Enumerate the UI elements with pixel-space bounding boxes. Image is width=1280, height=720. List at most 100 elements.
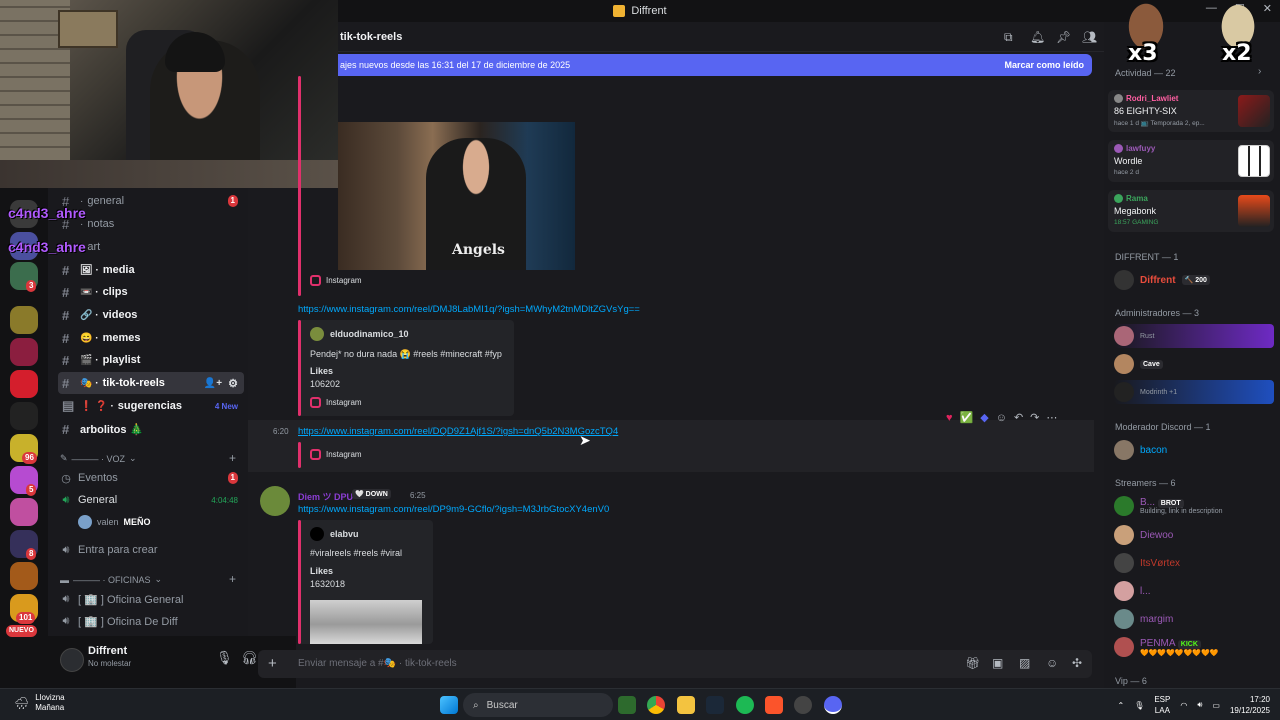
message-link[interactable]: https://www.instagram.com/reel/DMJ8LabMI…: [298, 304, 640, 315]
hash-icon: #: [62, 330, 70, 346]
message-author[interactable]: Diem ツ DPU: [298, 490, 353, 503]
embed-image[interactable]: [310, 600, 422, 644]
server-icon[interactable]: [10, 306, 38, 334]
more-icon[interactable]: ⋯: [1046, 411, 1057, 424]
category-oficinas[interactable]: ▬ ——— · OFICINAS ⌄: [60, 574, 162, 585]
new-messages-banner[interactable]: ajes nuevos desde las 16:31 del 17 de di…: [338, 54, 1092, 76]
mark-read-button[interactable]: Marcar como leído: [1004, 60, 1084, 70]
spotify-icon[interactable]: [736, 696, 754, 714]
weather-widget[interactable]: 🌧︎ Llovizna Mañana: [14, 693, 65, 713]
server-icon[interactable]: [10, 402, 38, 430]
chrome-icon[interactable]: [647, 696, 665, 714]
server-icon[interactable]: 5: [10, 466, 38, 496]
add-channel-icon[interactable]: +: [229, 451, 236, 465]
channel-sugerencias[interactable]: ▤ ❗ ❓ · sugerencias 4 New: [58, 395, 244, 417]
channel-playlist[interactable]: # 🎬 · playlist: [58, 349, 244, 371]
server-icon[interactable]: 96: [10, 434, 38, 464]
microphone-icon[interactable]: 🎙︎: [1134, 701, 1144, 710]
minecraft-icon[interactable]: [618, 696, 636, 714]
channel-clips[interactable]: # 📼 · clips: [58, 281, 244, 303]
member-row[interactable]: l...: [1114, 579, 1274, 603]
check-reaction-icon[interactable]: ✅: [960, 411, 974, 424]
new-badge: NUEVO: [6, 625, 37, 637]
server-icon[interactable]: [10, 562, 38, 590]
member-row[interactable]: Diewoo: [1114, 523, 1274, 547]
chevron-up-icon[interactable]: ⌃: [1117, 701, 1124, 710]
server-icon[interactable]: [10, 338, 38, 366]
channel-oficina-diff[interactable]: 🔊︎[ 🏢 ] Oficina De Diff: [58, 610, 244, 632]
message-link[interactable]: https://www.instagram.com/reel/DP9m9-GCf…: [298, 504, 609, 515]
channel-media[interactable]: # 🖼 · media: [58, 259, 244, 281]
video-thumbnail[interactable]: Angels: [338, 122, 575, 270]
video-caption: Angels: [452, 242, 505, 258]
volume-icon[interactable]: 🔊︎: [1197, 700, 1202, 710]
reply-icon[interactable]: ↶: [1014, 411, 1023, 424]
channel-arbolitos[interactable]: # arbolitos 🎄: [58, 418, 244, 440]
battery-icon[interactable]: ▭: [1212, 701, 1220, 710]
avatar[interactable]: [60, 648, 84, 672]
voice-channel-general[interactable]: 🔊︎ General 4:04:48: [58, 489, 244, 511]
message-link[interactable]: https://www.instagram.com/reel/DQD9Z1Ajf…: [298, 426, 618, 437]
gift-icon[interactable]: 🎁︎: [965, 656, 980, 670]
discord-icon[interactable]: [824, 696, 842, 714]
channel-videos[interactable]: # 🔗 · videos: [58, 304, 244, 326]
emoji-icon[interactable]: ☺: [1046, 656, 1058, 670]
activity-card[interactable]: lawfuyy Wordle hace 2 d: [1108, 140, 1274, 182]
member-row[interactable]: B... BROT Building, link in description: [1114, 494, 1274, 518]
server-icon[interactable]: 8: [10, 530, 38, 560]
windows-start-icon[interactable]: [440, 696, 458, 714]
app-icon[interactable]: [794, 696, 812, 714]
member-row[interactable]: Modrinth +1: [1114, 380, 1274, 404]
bell-icon[interactable]: 🔔︎: [1030, 30, 1045, 44]
member-row[interactable]: PENMA KICK 🧡🧡🧡🧡🧡🧡🧡🧡🧡: [1114, 635, 1274, 659]
pin-icon[interactable]: 📌︎: [1056, 30, 1071, 44]
reaction-icon[interactable]: ◆: [980, 411, 988, 424]
add-reaction-icon[interactable]: ☺: [996, 412, 1007, 424]
channel-memes[interactable]: # 😄 · memes: [58, 327, 244, 349]
members-icon[interactable]: 👥︎: [1082, 30, 1097, 44]
server-icon[interactable]: [10, 498, 38, 526]
plus-icon[interactable]: +: [268, 655, 277, 672]
channel-tik-tok-reels[interactable]: # 🎭 · tik-tok-reels 👤+ ⚙: [58, 372, 244, 394]
channel-oficina-general[interactable]: 🔊︎[ 🏢 ] Oficina General: [58, 588, 244, 610]
member-row[interactable]: ItsVørtex: [1114, 551, 1274, 575]
brave-icon[interactable]: [765, 696, 783, 714]
threads-icon[interactable]: ⧉: [1004, 30, 1013, 45]
gif-icon[interactable]: ▣: [992, 656, 1003, 670]
headphones-icon[interactable]: 🎧︎: [241, 650, 258, 666]
sticker-icon[interactable]: ▨: [1019, 656, 1030, 670]
briefcase-icon: ▬: [60, 574, 69, 585]
member-row[interactable]: bacon: [1114, 438, 1274, 462]
server-icon[interactable]: [10, 370, 38, 398]
channel-create[interactable]: 🔊︎ Entra para crear: [58, 539, 244, 561]
activity-card[interactable]: Rama Megabonk 18:57 GAMING: [1108, 190, 1274, 232]
voice-user[interactable]: valen MEÑO: [78, 515, 151, 529]
member-row[interactable]: Rust: [1114, 324, 1274, 348]
forward-icon[interactable]: ↷: [1030, 411, 1039, 424]
wifi-icon[interactable]: ◠: [1180, 701, 1187, 710]
member-row[interactable]: Cave: [1114, 352, 1274, 376]
activity-card[interactable]: Rodri_Lawliet 86 EIGHTY-SIX hace 1 d 📺 T…: [1108, 90, 1274, 132]
invite-icon[interactable]: 👤+: [204, 378, 222, 389]
add-channel-icon[interactable]: +: [229, 572, 236, 586]
clock[interactable]: 17:20 19/12/2025: [1230, 694, 1270, 716]
microphone-icon[interactable]: 🎙︎: [216, 650, 233, 666]
folder-icon[interactable]: [677, 696, 695, 714]
taskbar-search[interactable]: ⌕ Buscar: [463, 693, 613, 717]
message-input[interactable]: + Enviar mensaje a #🎭 · tik-tok-reels 🎁︎…: [258, 650, 1092, 678]
chevron-right-icon[interactable]: ›: [1258, 66, 1261, 77]
member-row[interactable]: Diffrent 🔨 200: [1114, 268, 1274, 292]
channel-eventos[interactable]: ◷ Eventos 1: [58, 467, 244, 489]
window-title: Diffrent: [631, 5, 667, 17]
category-voz[interactable]: ✎ ——— · VOZ ⌄: [60, 453, 137, 464]
avatar: [1114, 194, 1123, 203]
avatar[interactable]: [260, 486, 290, 516]
heart-reaction-icon[interactable]: ♥: [946, 412, 953, 424]
server-icon[interactable]: 101: [10, 594, 38, 624]
apps-icon[interactable]: ✣: [1072, 656, 1082, 670]
gear-icon[interactable]: ⚙: [228, 377, 238, 390]
steam-icon[interactable]: [706, 696, 724, 714]
server-icon[interactable]: 3: [10, 262, 38, 292]
member-row[interactable]: margim: [1114, 607, 1274, 631]
language-indicator[interactable]: ESP LAA: [1154, 694, 1170, 716]
